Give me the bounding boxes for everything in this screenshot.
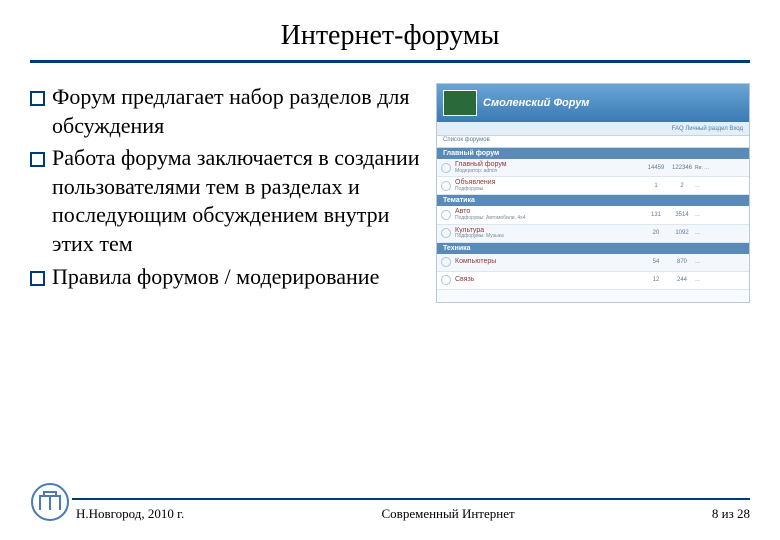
- topic-status-icon: [441, 275, 451, 285]
- footer-page: 8 из 28: [712, 506, 750, 522]
- bullet-item: Правила форумов / модерирование: [30, 263, 426, 292]
- forum-breadcrumb: Список форумов: [437, 136, 749, 148]
- forum-row: ОбъявленияПодфорумы12…: [437, 177, 749, 195]
- forum-row: Компьютеры54870…: [437, 254, 749, 272]
- row-topic: Связь: [455, 276, 643, 284]
- row-main: КультураПодфорумы: Музыка: [455, 227, 643, 240]
- row-count-topics: 1: [643, 183, 669, 189]
- footer-location: Н.Новгород, 2010 г.: [76, 506, 184, 522]
- forum-row: АвтоПодфорумы: Автомобили, 4х41313514…: [437, 206, 749, 224]
- row-main: Главный форумМодератор: admin: [455, 161, 643, 174]
- forum-logo-icon: [443, 90, 477, 116]
- row-count-posts: 244: [669, 277, 695, 283]
- row-main: ОбъявленияПодфорумы: [455, 179, 643, 192]
- topic-status-icon: [441, 181, 451, 191]
- row-count-topics: 131: [643, 212, 669, 218]
- forum-section-head: Техника: [437, 243, 749, 254]
- title-underline: [30, 60, 750, 63]
- row-topic: Объявления: [455, 179, 643, 187]
- row-main: АвтоПодфорумы: Автомобили, 4х4: [455, 208, 643, 221]
- bullet-item: Форум предлагает набор разделов для обсу…: [30, 83, 426, 140]
- forum-nav: FAQ Личный раздел Вход: [437, 122, 749, 136]
- row-last-post: …: [695, 277, 745, 283]
- row-last-post: …: [695, 259, 745, 265]
- forum-row: Главный форумМодератор: admin14459122346…: [437, 159, 749, 177]
- bullet-item: Работа форума заключается в создании пол…: [30, 144, 426, 258]
- row-count-posts: 1092: [669, 230, 695, 236]
- screenshot-column: Смоленский Форум FAQ Личный раздел Вход …: [426, 83, 750, 540]
- row-count-topics: 54: [643, 259, 669, 265]
- forum-title: Смоленский Форум: [483, 97, 589, 109]
- row-meta: Подфорумы: Автомобили, 4х4: [455, 216, 643, 222]
- row-count-posts: 3514: [669, 212, 695, 218]
- row-meta: Модератор: admin: [455, 169, 643, 175]
- row-main: Связь: [455, 276, 643, 284]
- university-logo-icon: [30, 482, 70, 522]
- content-row: Форум предлагает набор разделов для обсу…: [30, 83, 750, 540]
- row-count-topics: 14459: [643, 165, 669, 171]
- row-topic: Компьютеры: [455, 258, 643, 266]
- row-count-posts: 122346: [669, 165, 695, 171]
- row-meta: Подфорумы: [455, 187, 643, 193]
- page-current: 8 из: [712, 506, 737, 521]
- forum-section-head: Тематика: [437, 195, 749, 206]
- row-last-post: …: [695, 230, 745, 236]
- topic-status-icon: [441, 228, 451, 238]
- title-area: Интернет-форумы: [30, 20, 750, 63]
- row-count-posts: 870: [669, 259, 695, 265]
- slide-title: Интернет-форумы: [281, 20, 500, 58]
- footer: Н.Новгород, 2010 г. Современный Интернет…: [30, 498, 750, 522]
- footer-line: [72, 498, 750, 500]
- forum-row: КультураПодфорумы: Музыка201092…: [437, 225, 749, 243]
- topic-status-icon: [441, 257, 451, 267]
- row-meta: Подфорумы: Музыка: [455, 234, 643, 240]
- forum-screenshot: Смоленский Форум FAQ Личный раздел Вход …: [436, 83, 750, 303]
- row-count-topics: 20: [643, 230, 669, 236]
- row-count-posts: 2: [669, 183, 695, 189]
- row-count-topics: 12: [643, 277, 669, 283]
- forum-header: Смоленский Форум: [437, 84, 749, 122]
- forum-section-head: Главный форум: [437, 148, 749, 159]
- forum-row: Связь12244…: [437, 272, 749, 290]
- row-last-post: …: [695, 212, 745, 218]
- topic-status-icon: [441, 210, 451, 220]
- row-last-post: Re: …: [695, 165, 745, 171]
- row-last-post: …: [695, 183, 745, 189]
- forum-body: Главный форумГлавный форумМодератор: adm…: [437, 148, 749, 290]
- topic-status-icon: [441, 163, 451, 173]
- bullet-list: Форум предлагает набор разделов для обсу…: [30, 83, 426, 540]
- page-total: 28: [737, 506, 750, 521]
- row-main: Компьютеры: [455, 258, 643, 266]
- footer-subject: Современный Интернет: [184, 506, 712, 522]
